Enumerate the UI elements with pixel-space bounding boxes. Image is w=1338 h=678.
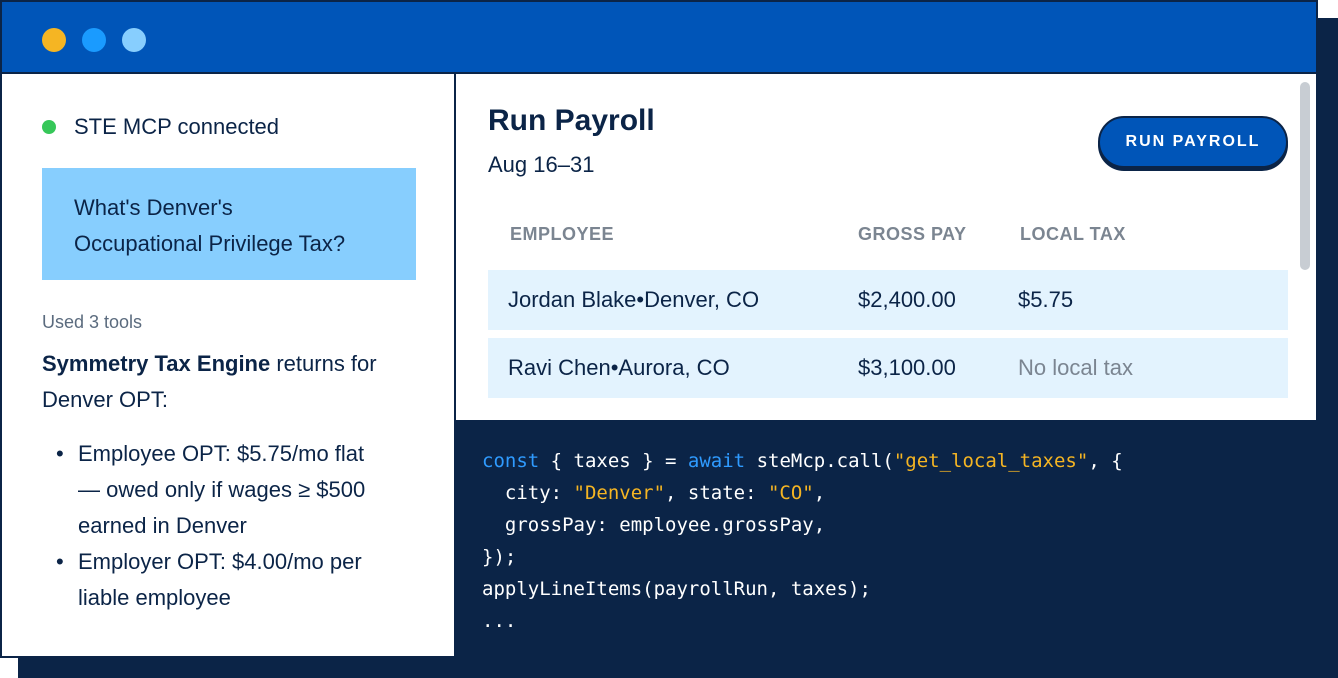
code-text: city:	[482, 482, 574, 504]
window-dot-3[interactable]	[122, 28, 146, 52]
user-message-bubble: What's Denver's Occupational Privilege T…	[42, 168, 416, 280]
code-line: city: "Denver", state: "CO",	[482, 482, 825, 504]
connection-status: STE MCP connected	[42, 114, 279, 140]
code-text: steMcp.call(	[745, 450, 894, 472]
window-dot-2[interactable]	[82, 28, 106, 52]
answer-text: Denver OPT:	[42, 387, 168, 412]
bullet-line: liable employee	[78, 585, 231, 610]
code-text: , {	[1088, 450, 1123, 472]
employee-location: Denver, CO	[644, 287, 760, 312]
code-string: "CO"	[767, 482, 814, 504]
answer-source-name: Symmetry Tax Engine	[42, 351, 271, 376]
code-line: });	[482, 546, 517, 568]
local-tax-cell: No local tax	[1018, 355, 1133, 380]
code-string: "get_local_taxes"	[893, 450, 1089, 472]
assistant-answer: Symmetry Tax Engine returns for Denver O…	[42, 346, 432, 418]
code-line: const { taxes } = await steMcp.call("get…	[482, 450, 1123, 472]
bullet-item: • Employer OPT: $4.00/mo per liable empl…	[56, 544, 428, 616]
chat-panel: STE MCP connected What's Denver's Occupa…	[2, 74, 456, 656]
bullet-line: Employee OPT: $5.75/mo flat	[78, 441, 365, 466]
bullet-item: • Employee OPT: $5.75/mo flat — owed onl…	[56, 436, 428, 544]
code-keyword: await	[687, 450, 746, 472]
tools-used-label[interactable]: Used 3 tools	[42, 312, 142, 333]
employee-name: Ravi Chen	[508, 355, 611, 380]
table-row[interactable]: Jordan Blake•Denver, CO $2,400.00 $5.75	[488, 270, 1288, 330]
gross-pay-cell: $2,400.00	[858, 287, 956, 312]
user-question-line: Occupational Privilege Tax?	[74, 231, 346, 256]
code-line: applyLineItems(payrollRun, taxes);	[482, 578, 871, 600]
bullet-dot-icon: •	[56, 549, 64, 574]
status-text: STE MCP connected	[74, 114, 280, 139]
run-payroll-button[interactable]: RUN PAYROLL	[1098, 116, 1288, 168]
bullet-dot-icon: •	[56, 441, 64, 466]
bullet-line: — owed only if wages ≥ $500	[78, 477, 366, 502]
pay-period: Aug 16–31	[488, 152, 595, 177]
status-dot-icon	[42, 120, 56, 134]
column-header-local-tax: LOCAL TAX	[1020, 224, 1126, 244]
code-text: { taxes } =	[539, 450, 688, 472]
window-dot-1[interactable]	[42, 28, 66, 52]
code-string: "Denver"	[573, 482, 666, 504]
payroll-panel: Run Payroll Aug 16–31 RUN PAYROLL EMPLOY…	[456, 74, 1316, 420]
user-question-line: What's Denver's	[74, 195, 233, 220]
answer-bullet-list: • Employee OPT: $5.75/mo flat — owed onl…	[56, 436, 428, 616]
code-line: grossPay: employee.grossPay,	[482, 514, 826, 536]
employee-cell: Ravi Chen•Aurora, CO	[508, 338, 730, 398]
scrollbar[interactable]	[1300, 82, 1310, 270]
code-keyword: const	[482, 450, 540, 472]
code-text: ,	[813, 482, 826, 504]
local-tax-cell: $5.75	[1018, 287, 1074, 312]
bullet-line: earned in Denver	[78, 513, 247, 538]
employee-name: Jordan Blake	[508, 287, 637, 312]
code-line: ...	[482, 610, 517, 632]
separator-dot: •	[636, 287, 645, 312]
gross-pay-cell: $3,100.00	[858, 355, 956, 380]
employee-location: Aurora, CO	[618, 355, 730, 380]
title-bar	[2, 2, 1316, 74]
column-header-gross-pay: GROSS PAY	[858, 224, 967, 244]
page-title: Run Payroll	[488, 104, 655, 137]
app-window: STE MCP connected What's Denver's Occupa…	[0, 0, 1318, 658]
bullet-line: Employer OPT: $4.00/mo per	[78, 549, 362, 574]
column-header-employee: EMPLOYEE	[510, 224, 615, 244]
table-row[interactable]: Ravi Chen•Aurora, CO $3,100.00 No local …	[488, 338, 1288, 398]
code-panel: const { taxes } = await steMcp.call("get…	[456, 420, 1316, 656]
employee-cell: Jordan Blake•Denver, CO	[508, 270, 759, 330]
answer-text: returns for	[270, 351, 377, 376]
code-text: , state:	[665, 482, 768, 504]
